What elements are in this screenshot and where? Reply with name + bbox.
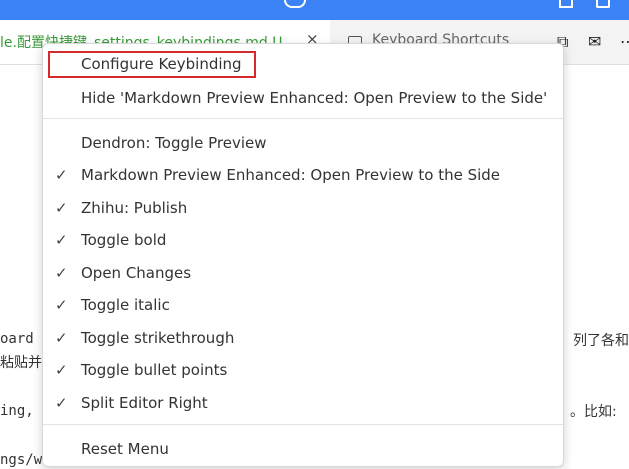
context-menu: Configure Keybinding Hide 'Markdown Prev… <box>42 43 564 467</box>
check-icon: ✓ <box>55 361 68 379</box>
menu-item-mpe-open-preview[interactable]: ✓ Markdown Preview Enhanced: Open Previe… <box>43 161 563 189</box>
more-icon[interactable]: ⋯ <box>620 32 629 51</box>
menu-item-hide-command[interactable]: Hide 'Markdown Preview Enhanced: Open Pr… <box>43 84 563 112</box>
title-bar <box>0 0 629 20</box>
check-icon: ✓ <box>55 264 68 282</box>
menu-item-configure-keybinding[interactable]: Configure Keybinding <box>43 50 563 78</box>
editor-text: 粘贴并 <box>0 355 42 371</box>
menu-item-dendron-toggle-preview[interactable]: Dendron: Toggle Preview <box>43 129 563 157</box>
menu-item-reset-menu[interactable]: Reset Menu <box>43 435 563 463</box>
menu-item-toggle-italic[interactable]: ✓ Toggle italic <box>43 291 563 319</box>
editor-text: 。比如: <box>570 404 617 420</box>
menu-item-open-changes[interactable]: ✓ Open Changes <box>43 259 563 287</box>
editor-text: oard <box>0 331 34 347</box>
menu-item-toggle-bullet-points[interactable]: ✓ Toggle bullet points <box>43 356 563 384</box>
check-icon: ✓ <box>55 394 68 412</box>
editor-text: ngs/w <box>0 452 43 468</box>
menu-item-split-editor-right[interactable]: ✓ Split Editor Right <box>43 389 563 417</box>
menu-separator <box>43 118 563 119</box>
check-icon: ✓ <box>55 329 68 347</box>
menu-item-zhihu-publish[interactable]: ✓ Zhihu: Publish <box>43 194 563 222</box>
check-icon: ✓ <box>55 199 68 217</box>
check-icon: ✓ <box>55 296 68 314</box>
menu-item-toggle-strikethrough[interactable]: ✓ Toggle strikethrough <box>43 324 563 352</box>
menu-item-toggle-bold[interactable]: ✓ Toggle bold <box>43 226 563 254</box>
editor-text: ing, <box>0 403 34 419</box>
check-icon: ✓ <box>55 231 68 249</box>
window-icon[interactable] <box>596 0 610 8</box>
editor-text: 列了各和 <box>573 333 629 349</box>
copilot-icon[interactable] <box>284 0 306 8</box>
menu-separator <box>43 424 563 425</box>
mail-icon[interactable]: ✉ <box>588 32 601 51</box>
layout-icon[interactable] <box>559 0 573 8</box>
check-icon: ✓ <box>55 166 68 184</box>
